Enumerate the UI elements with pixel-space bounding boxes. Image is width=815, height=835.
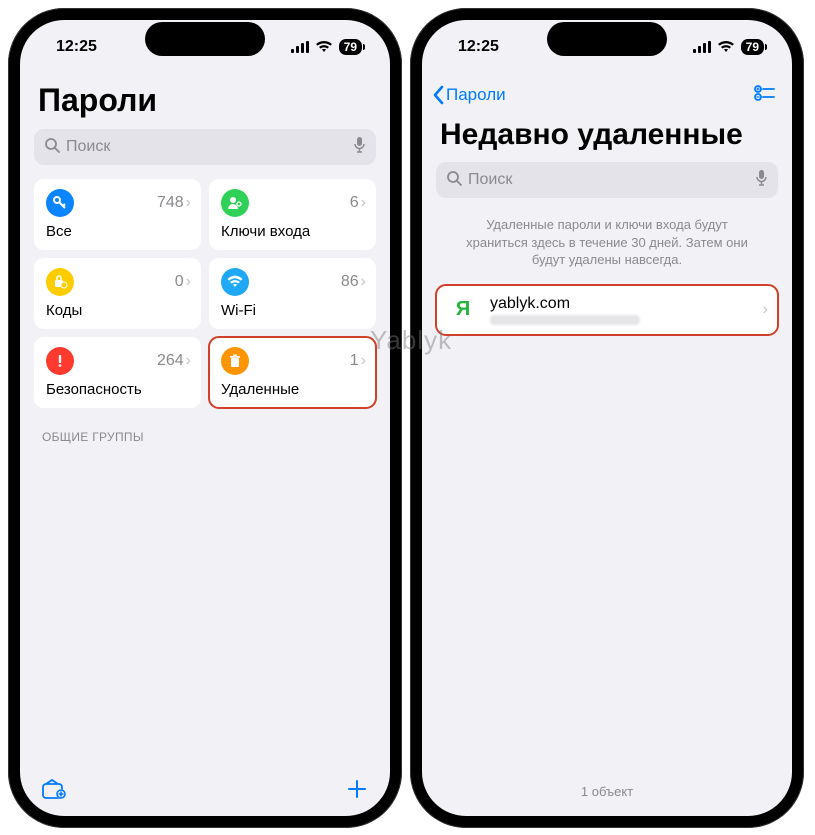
iphone-frame-right: 12:25 79 Пароли Недавно удаленные [410, 8, 804, 828]
section-header-shared-groups: ОБЩИЕ ГРУППЫ [34, 408, 376, 450]
tile-passkeys[interactable]: 6› Ключи входа [209, 179, 376, 250]
search-input[interactable]: Поиск [34, 129, 376, 165]
tile-all[interactable]: 748› Все [34, 179, 201, 250]
chevron-right-icon: › [361, 352, 366, 370]
battery-indicator: 79 [741, 39, 764, 55]
page-title: Недавно удаленные [436, 110, 778, 162]
battery-indicator: 79 [339, 39, 362, 55]
cellular-signal-icon [291, 41, 309, 53]
screen-right: 12:25 79 Пароли Недавно удаленные [422, 20, 792, 816]
search-placeholder: Поиск [66, 138, 347, 156]
person-key-icon [221, 189, 249, 217]
site-favicon: Я [448, 295, 478, 325]
screen-left: 12:25 79 Пароли Поиск [20, 20, 390, 816]
deleted-password-row[interactable]: Я yablyk.com › [436, 285, 778, 335]
new-shared-group-button[interactable] [42, 778, 68, 805]
nav-bar: Пароли [422, 74, 792, 110]
alert-icon [46, 347, 74, 375]
chevron-right-icon: › [763, 301, 768, 319]
row-subtitle-redacted [490, 315, 640, 325]
tile-label: Коды [46, 302, 191, 319]
wifi-icon [221, 268, 249, 296]
tile-deleted[interactable]: 1› Удаленные [209, 337, 376, 408]
tile-label: Удаленные [221, 381, 366, 398]
search-input[interactable]: Поиск [436, 162, 778, 198]
tile-wifi[interactable]: 86› Wi-Fi [209, 258, 376, 329]
back-button[interactable]: Пароли [432, 85, 506, 105]
trash-icon [221, 347, 249, 375]
chevron-right-icon: › [361, 273, 366, 291]
cellular-signal-icon [693, 41, 711, 53]
iphone-frame-left: 12:25 79 Пароли Поиск [8, 8, 402, 828]
dynamic-island [145, 22, 265, 56]
bottom-toolbar: 1 объект [422, 770, 792, 816]
chevron-right-icon: › [361, 194, 366, 212]
search-icon [44, 137, 60, 158]
chevron-right-icon: › [186, 352, 191, 370]
microphone-icon[interactable] [755, 169, 768, 192]
tile-security[interactable]: 264› Безопасность [34, 337, 201, 408]
key-icon [46, 189, 74, 217]
tile-label: Ключи входа [221, 223, 366, 240]
search-placeholder: Поиск [468, 171, 749, 189]
category-grid: 748› Все 6› Ключи входа [34, 179, 376, 408]
wifi-icon [717, 41, 735, 53]
tile-label: Все [46, 223, 191, 240]
chevron-right-icon: › [186, 194, 191, 212]
tile-label: Wi-Fi [221, 302, 366, 319]
chevron-right-icon: › [186, 273, 191, 291]
info-text: Удаленные пароли и ключи входа будут хра… [436, 212, 778, 285]
lock-clock-icon [46, 268, 74, 296]
bottom-toolbar [20, 770, 390, 816]
row-title: yablyk.com [490, 295, 751, 313]
tile-label: Безопасность [46, 381, 191, 398]
sort-options-button[interactable] [754, 84, 776, 107]
page-title: Пароли [34, 74, 376, 129]
tile-codes[interactable]: 0› Коды [34, 258, 201, 329]
back-label: Пароли [446, 85, 506, 105]
search-icon [446, 170, 462, 191]
status-time: 12:25 [458, 38, 499, 56]
status-time: 12:25 [56, 38, 97, 56]
dynamic-island [547, 22, 667, 56]
add-button[interactable] [346, 778, 368, 805]
object-count: 1 объект [444, 784, 770, 799]
microphone-icon[interactable] [353, 136, 366, 159]
wifi-icon [315, 41, 333, 53]
